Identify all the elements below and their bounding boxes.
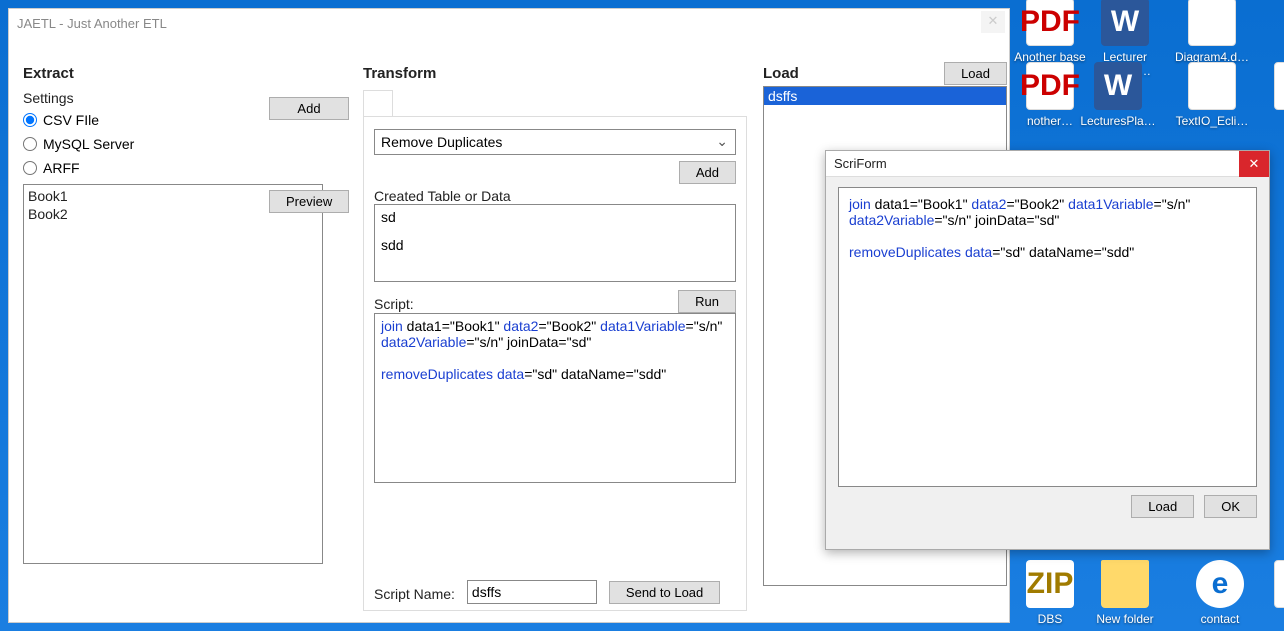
file-icon [1188, 0, 1236, 46]
extract-title: Extract [23, 65, 347, 82]
radio-arff-input[interactable] [23, 161, 37, 175]
scriform-titlebar[interactable]: ScriForm ✕ [826, 151, 1269, 177]
script-label: Script: [374, 296, 414, 312]
file-icon: W [1094, 62, 1142, 110]
desktop-icon-label: DBS [1010, 612, 1090, 626]
desktop: PDFAnother base …WLecturer Reflecti…Diag… [0, 0, 1284, 631]
load-title: Load [763, 65, 799, 82]
file-icon: ZIP [1026, 560, 1074, 608]
file-icon [1101, 560, 1149, 608]
transform-title: Transform [363, 65, 747, 82]
books-listbox[interactable]: Book1Book2 [23, 184, 323, 564]
radio-csv-input[interactable] [23, 113, 37, 127]
scriform-close-icon[interactable]: ✕ [1239, 151, 1269, 177]
file-icon [1274, 560, 1284, 608]
close-icon[interactable]: ✕ [981, 11, 1005, 33]
desktop-icon-label: u [1258, 114, 1284, 128]
file-icon: e [1196, 560, 1244, 608]
file-icon: PDF [1026, 62, 1074, 110]
add-button[interactable]: Add [269, 97, 349, 120]
scriform-title: ScriForm [834, 156, 887, 171]
desktop-icon-r2c2[interactable]: W LecturesPla… [1078, 62, 1158, 128]
desktop-icon-label: contact [1180, 612, 1260, 626]
scriform-textbox[interactable]: join data1="Book1" data2="Book2" data1Va… [838, 187, 1257, 487]
desktop-icon-label: New folder [1085, 612, 1165, 626]
file-icon [1188, 62, 1236, 110]
script-name-label: Script Name: [374, 586, 455, 602]
desktop-icon-r3c1[interactable]: ZIP DBS [1010, 560, 1090, 626]
file-icon [1274, 62, 1284, 110]
transform-panel: Transform Remove Duplicates Add Created … [355, 37, 755, 616]
file-icon: W [1101, 0, 1149, 46]
list-item[interactable]: sdd [381, 237, 729, 253]
created-data-box[interactable]: sd sdd [374, 204, 736, 282]
desktop-icon-r1c3[interactable]: Diagram4.d… [1172, 0, 1252, 64]
list-item[interactable]: sd [381, 209, 729, 225]
extract-panel: Extract Settings CSV FIle MySQL Server A… [15, 37, 355, 616]
titlebar[interactable]: JAETL - Just Another ETL ✕ [9, 9, 1009, 37]
desktop-icon-r2c4[interactable]: u [1258, 62, 1284, 128]
preview-button[interactable]: Preview [269, 190, 349, 213]
send-to-load-button[interactable]: Send to Load [609, 581, 720, 604]
load-button[interactable]: Load [944, 62, 1007, 85]
desktop-icon-r3c2[interactable]: New folder [1085, 560, 1165, 626]
desktop-icon-label: PD [1258, 612, 1284, 626]
list-item[interactable]: dsffs [764, 87, 1006, 105]
file-icon: PDF [1026, 0, 1074, 46]
created-label: Created Table or Data [374, 188, 736, 204]
scriform-window: ScriForm ✕ join data1="Book1" data2="Boo… [825, 150, 1270, 550]
script-box[interactable]: join data1="Book1" data2="Book2" data1Va… [374, 313, 736, 483]
desktop-icon-r2c3[interactable]: TextIO_Ecli… [1172, 62, 1252, 128]
run-button[interactable]: Run [678, 290, 736, 313]
window-title: JAETL - Just Another ETL [17, 16, 167, 31]
transform-tab[interactable] [363, 90, 393, 116]
scriform-ok-button[interactable]: OK [1204, 495, 1257, 518]
radio-mysql-input[interactable] [23, 137, 37, 151]
desktop-icon-label: LecturesPla… [1078, 114, 1158, 128]
desktop-icon-r3c3[interactable]: e contact [1180, 560, 1260, 626]
operation-select[interactable]: Remove Duplicates [374, 129, 736, 155]
desktop-icon-r3c4[interactable]: PD [1258, 560, 1284, 626]
scriform-load-button[interactable]: Load [1131, 495, 1194, 518]
script-name-input[interactable] [467, 580, 597, 604]
desktop-icon-label: TextIO_Ecli… [1172, 114, 1252, 128]
transform-add-button[interactable]: Add [679, 161, 736, 184]
